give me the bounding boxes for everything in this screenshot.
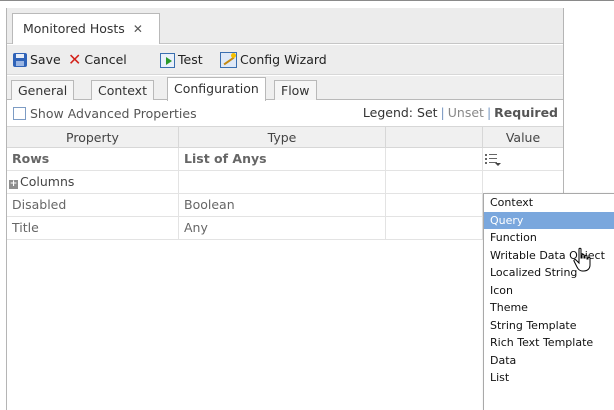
show-advanced-label[interactable]: Show Advanced Properties — [30, 106, 197, 121]
menu-item-writable-data-object[interactable]: Writable Data Object — [484, 247, 614, 265]
legend-separator: | — [440, 105, 445, 120]
cancel-button[interactable]: ✕ Cancel — [68, 49, 127, 71]
cell-type: Any — [179, 217, 386, 239]
toolbar: Save ✕ Cancel Test Config Wizard — [7, 45, 563, 75]
legend-prefix: Legend: — [362, 105, 414, 120]
close-icon[interactable]: ✕ — [133, 22, 143, 36]
menu-item-localized-string[interactable]: Localized String — [484, 264, 614, 282]
cell-property-label: Columns — [20, 174, 75, 189]
expand-icon[interactable]: + — [9, 180, 18, 189]
tab-title: Monitored Hosts — [23, 21, 125, 36]
legend-set: Set — [417, 105, 438, 120]
cell-blank — [386, 171, 483, 193]
config-wizard-icon — [220, 52, 237, 68]
property-tabs: General Context Configuration Flow — [7, 76, 563, 101]
tab-monitored-hosts[interactable]: Monitored Hosts ✕ — [12, 13, 160, 44]
document-tab-bar: Monitored Hosts ✕ — [7, 8, 563, 44]
cell-property: Rows — [7, 148, 179, 170]
menu-item-string-template[interactable]: String Template — [484, 317, 614, 335]
table-row[interactable]: Rows List of Anys — [7, 148, 563, 171]
header-property[interactable]: Property — [7, 127, 179, 148]
menu-item-icon[interactable]: Icon — [484, 282, 614, 300]
test-button[interactable]: Test — [160, 49, 203, 71]
menu-item-rich-text-template[interactable]: Rich Text Template — [484, 334, 614, 352]
table-row[interactable]: + Columns — [7, 171, 563, 194]
test-label: Test — [178, 52, 203, 67]
value-picker-icon[interactable] — [485, 153, 501, 166]
menu-item-query[interactable]: Query — [484, 211, 614, 229]
cell-property: + Columns — [7, 171, 179, 193]
editor-panel: Monitored Hosts ✕ Save ✕ Cancel Test Con… — [6, 8, 564, 410]
menu-item-list[interactable]: List — [484, 369, 614, 387]
hand-pointer-icon — [573, 247, 591, 272]
menu-item-theme[interactable]: Theme — [484, 299, 614, 317]
cell-blank — [386, 194, 483, 216]
show-advanced-checkbox[interactable] — [13, 107, 26, 120]
cell-property: Disabled — [7, 194, 179, 216]
table-row[interactable]: Title Any — [7, 217, 563, 240]
tab-configuration[interactable]: Configuration — [167, 77, 266, 101]
cell-type: List of Anys — [179, 148, 386, 170]
config-wizard-label: Config Wizard — [240, 52, 327, 67]
tab-flow[interactable]: Flow — [274, 80, 317, 100]
cell-blank — [386, 148, 483, 170]
table-header: Property Type Value — [7, 126, 563, 148]
cell-type — [179, 171, 386, 193]
legend-required: Required — [494, 105, 558, 120]
config-wizard-button[interactable]: Config Wizard — [220, 49, 327, 71]
tab-general[interactable]: General — [11, 80, 75, 100]
cell-property: Title — [7, 217, 179, 239]
test-icon — [160, 52, 175, 68]
legend-separator: | — [486, 105, 492, 120]
save-button[interactable]: Save — [13, 49, 61, 71]
save-icon — [13, 53, 27, 67]
save-label: Save — [30, 52, 61, 67]
header-value[interactable]: Value — [483, 127, 563, 148]
cell-type: Boolean — [179, 194, 386, 216]
menu-item-function[interactable]: Function — [484, 229, 614, 247]
header-type[interactable]: Type — [179, 127, 386, 148]
cancel-label: Cancel — [84, 52, 127, 67]
header-blank — [386, 127, 483, 148]
value-type-menu: Context Query Function Writable Data Obj… — [483, 193, 614, 410]
cell-blank — [386, 217, 483, 239]
cancel-icon: ✕ — [68, 50, 82, 69]
legend: Legend: Set | Unset | Required — [363, 105, 558, 120]
legend-unset: Unset — [447, 105, 484, 120]
tab-context[interactable]: Context — [91, 80, 154, 100]
menu-item-data[interactable]: Data — [484, 352, 614, 370]
table-row[interactable]: Disabled Boolean — [7, 194, 563, 217]
menu-item-context[interactable]: Context — [484, 194, 614, 212]
options-row: Show Advanced Properties Legend: Set | Uns… — [7, 101, 563, 125]
